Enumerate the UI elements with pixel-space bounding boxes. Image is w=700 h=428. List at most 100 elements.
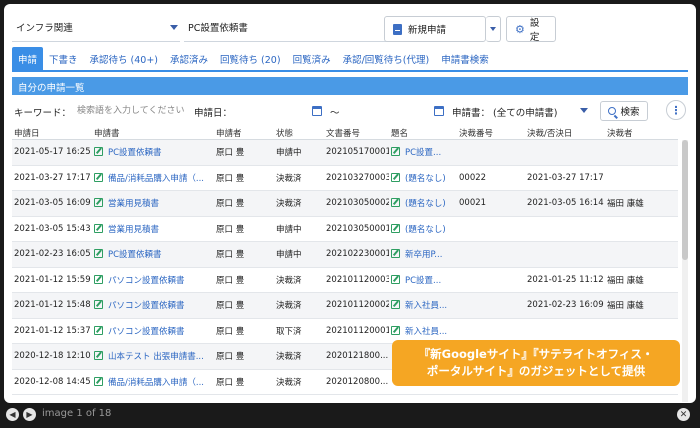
column-header[interactable]: 決裁/否決日	[525, 126, 605, 139]
close-viewer-button[interactable]: ✕	[677, 408, 690, 421]
title-link[interactable]: (題名なし)	[405, 225, 446, 235]
table-cell: 202103050002	[326, 198, 389, 209]
form-link[interactable]: パソコン設置依頼書	[108, 301, 185, 311]
form-select[interactable]: PC設置依頼書	[184, 16, 406, 42]
category-select[interactable]: インフラ関連	[12, 16, 180, 42]
title-link[interactable]: 新卒用P...	[405, 250, 442, 260]
table-row[interactable]: 2021-03-05 16:09 営業用見積書 原口 豊 決裁済 20210305000…	[12, 191, 678, 217]
table-cell: 申請中	[276, 224, 302, 235]
form-filter-select[interactable]: (全ての申請書)	[490, 100, 590, 120]
tab-apply[interactable]: 申請	[12, 47, 44, 70]
next-image-button[interactable]: ▶	[23, 408, 36, 421]
table-cell[interactable]: 営業用見積書	[92, 223, 214, 235]
external-link-icon	[391, 198, 400, 208]
table-cell: 取下済	[276, 326, 302, 337]
close-icon: ✕	[679, 409, 688, 420]
external-link-icon	[94, 376, 103, 386]
table-cell[interactable]: PC設置依頼書	[92, 146, 214, 158]
title-link[interactable]: 新入社員...	[405, 301, 447, 311]
table-cell[interactable]: (題名なし)	[389, 223, 457, 235]
table-cell[interactable]: PC設置...	[389, 274, 457, 286]
chevron-down-icon	[170, 25, 178, 30]
column-header[interactable]: 申請日	[12, 126, 92, 139]
new-request-dropdown-button[interactable]	[486, 16, 501, 42]
column-header[interactable]: 状態	[274, 126, 324, 139]
table-row[interactable]: 2021-01-12 15:59 パソコン設置依頼書 原口 豊 決裁済 20210112…	[12, 268, 678, 293]
table-cell[interactable]: 新入社員...	[389, 299, 457, 311]
table-cell: 2021-03-05 16:09	[14, 198, 91, 209]
calendar-icon[interactable]	[312, 106, 322, 116]
external-link-icon	[94, 172, 103, 182]
table-cell[interactable]: PC設置...	[389, 146, 457, 158]
form-link[interactable]: パソコン設置依頼書	[108, 327, 185, 337]
scrollbar-thumb[interactable]	[682, 140, 688, 260]
tab-awaiting-approval[interactable]: 承認待ち (40+)	[84, 52, 164, 70]
table-cell: 2021-03-05 16:14	[527, 198, 604, 209]
tab-approved[interactable]: 承認済み	[164, 52, 214, 70]
tab-proxy[interactable]: 承認/回覧待ち(代理)	[337, 52, 436, 70]
table-cell[interactable]: 営業用見積書	[92, 197, 214, 209]
column-header[interactable]: 決裁者	[605, 126, 655, 139]
table-cell: 2020120800...	[326, 376, 389, 387]
table-cell[interactable]: 備品/消耗品購入申請（...	[92, 376, 214, 388]
column-header[interactable]: 決裁番号	[457, 126, 525, 139]
external-link-icon	[391, 325, 400, 335]
keyword-input[interactable]	[74, 102, 192, 120]
table-cell[interactable]: パソコン設置依頼書	[92, 299, 214, 311]
title-link[interactable]: 新入社員...	[405, 327, 447, 337]
table-cell[interactable]: パソコン設置依頼書	[92, 274, 214, 286]
form-link[interactable]: 備品/消耗品購入申請（...	[108, 174, 204, 184]
calendar-icon[interactable]	[434, 106, 444, 116]
table-row[interactable]: 2021-02-23 16:05 PC設置依頼書 原口 豊 申請中 2021022300…	[12, 242, 678, 268]
column-header[interactable]: 文書番号	[324, 126, 389, 139]
form-filter-label: 申請書：	[452, 108, 491, 119]
tab-search-forms[interactable]: 申請書検索	[435, 52, 495, 70]
table-cell: 原口 豊	[216, 148, 245, 159]
table-cell[interactable]: PC設置依頼書	[92, 248, 214, 260]
title-link[interactable]: (題名なし)	[405, 174, 446, 184]
table-cell[interactable]: パソコン設置依頼書	[92, 325, 214, 337]
external-link-icon	[94, 223, 103, 233]
tab-awaiting-circulation[interactable]: 回覧待ち (20)	[214, 52, 287, 70]
title-link[interactable]: PC設置...	[405, 148, 441, 158]
table-cell[interactable]: 山本テスト 出張申請書...	[92, 350, 214, 362]
form-link[interactable]: 備品/消耗品購入申請（...	[108, 378, 204, 388]
column-header[interactable]: 申請書	[92, 126, 214, 139]
title-link[interactable]: PC設置...	[405, 276, 441, 286]
tab-drafts[interactable]: 下書き	[43, 52, 84, 70]
search-button[interactable]: 検索	[600, 101, 648, 121]
keyword-label: キーワード：	[14, 108, 72, 119]
date-to-input[interactable]	[346, 102, 430, 120]
table-cell: 福田 康雄	[607, 275, 644, 286]
column-header[interactable]: 申請者	[214, 126, 274, 139]
form-link[interactable]: パソコン設置依頼書	[108, 276, 185, 286]
form-link[interactable]: 営業用見積書	[108, 199, 159, 209]
settings-button[interactable]: ⚙ 設定	[506, 16, 556, 43]
table-cell: 2021-02-23 16:05	[14, 249, 91, 260]
table-row[interactable]: 2021-03-05 15:43 営業用見積書 原口 豊 申請中 20210305000…	[12, 217, 678, 242]
table-cell[interactable]: 新卒用P...	[389, 248, 457, 260]
form-link[interactable]: 山本テスト 出張申請書...	[108, 352, 204, 362]
more-options-icon[interactable]: ⋮	[666, 100, 686, 120]
form-link[interactable]: PC設置依頼書	[108, 148, 162, 158]
form-link[interactable]: PC設置依頼書	[108, 250, 162, 260]
tab-circulated[interactable]: 回覧済み	[287, 52, 337, 70]
table-row[interactable]: 2021-05-17 16:25 PC設置依頼書 原口 豊 申請中 2021051700…	[12, 140, 678, 166]
table-cell: 202101120003	[326, 274, 389, 285]
table-row[interactable]: 2021-01-12 15:48 パソコン設置依頼書 原口 豊 決裁済 20210112…	[12, 293, 678, 319]
date-from-input[interactable]	[234, 102, 306, 120]
column-header[interactable]: 題名	[389, 126, 457, 139]
table-scrollbar[interactable]	[682, 140, 688, 402]
previous-image-button[interactable]: ◀	[6, 408, 19, 421]
table-cell[interactable]: 新入社員...	[389, 325, 457, 337]
table-cell[interactable]: (題名なし)	[389, 197, 457, 209]
table-cell: 原口 豊	[216, 224, 245, 235]
table-row[interactable]: 2021-03-27 17:17 備品/消耗品購入申請（... 原口 豊 決裁済 202…	[12, 166, 678, 191]
external-link-icon	[391, 274, 400, 284]
form-link[interactable]: 営業用見積書	[108, 225, 159, 235]
table-cell[interactable]: 備品/消耗品購入申請（...	[92, 172, 214, 184]
tab-bar: 申請 下書き 承認待ち (40+) 承認済み 回覧待ち (20) 回覧済み 承認…	[12, 47, 688, 72]
new-request-button[interactable]: 新規申請	[384, 16, 486, 42]
table-cell[interactable]: (題名なし)	[389, 172, 457, 184]
title-link[interactable]: (題名なし)	[405, 199, 446, 209]
